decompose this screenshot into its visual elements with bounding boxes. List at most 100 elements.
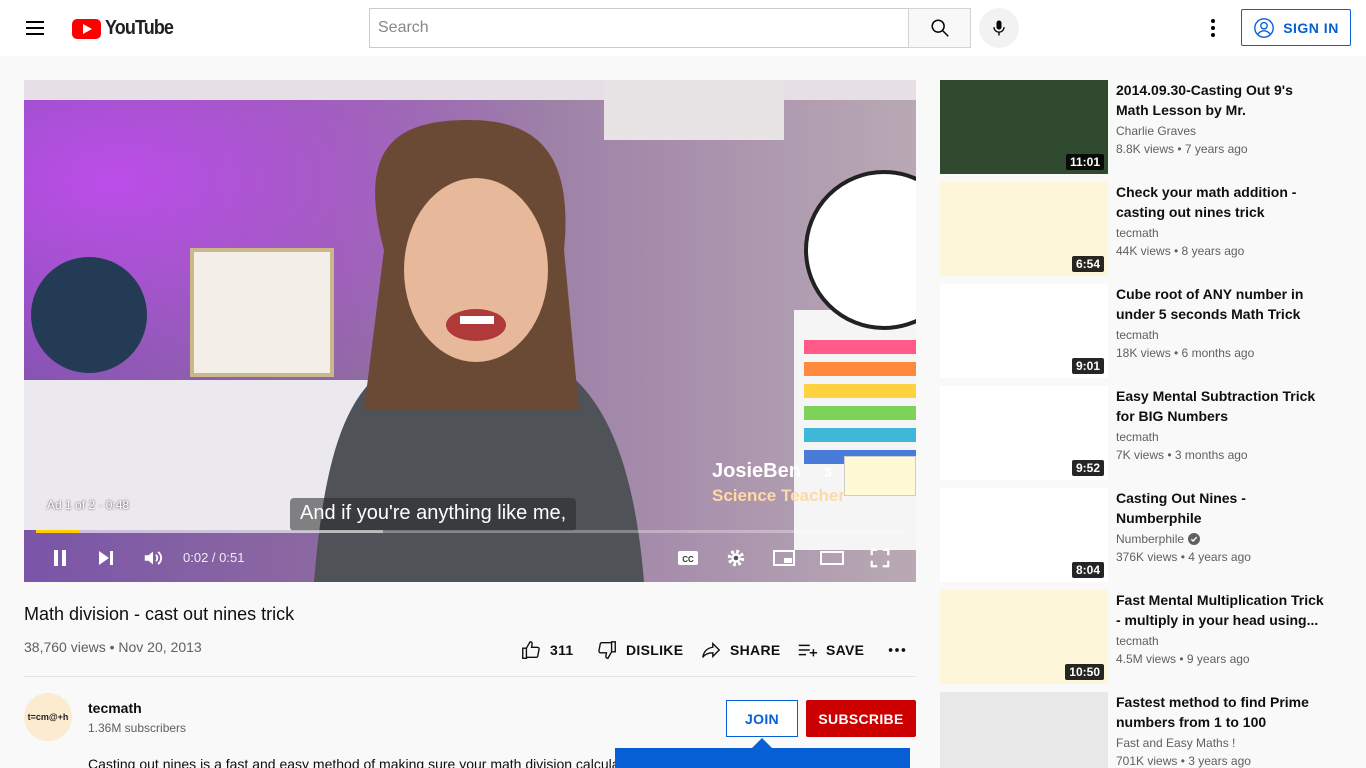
recommendation-title[interactable]: Casting Out Nines - Numberphile: [1116, 488, 1326, 528]
recommendation-title[interactable]: Cube root of ANY number in under 5 secon…: [1116, 284, 1326, 324]
svg-text:CC: CC: [682, 555, 694, 564]
share-icon: [702, 641, 721, 659]
overlay-name: JosieBen: [712, 460, 801, 482]
subtitles-button[interactable]: CC: [670, 538, 706, 578]
account-icon: [1254, 17, 1275, 38]
recommendation-item[interactable]: Fastest method to find Prime numbers fro…: [940, 692, 1350, 768]
recommendation-meta: 376K views • 4 years ago: [1116, 550, 1251, 564]
like-count: 311: [550, 642, 574, 658]
recommendation-title[interactable]: Fastest method to find Prime numbers fro…: [1116, 692, 1326, 732]
recommendation-meta: 8.8K views • 7 years ago: [1116, 142, 1248, 156]
overlay-subtitle: Science Teacher: [712, 486, 845, 505]
recommendation-meta: 18K views • 6 months ago: [1116, 346, 1255, 360]
fullscreen-icon: [870, 548, 890, 568]
share-button[interactable]: SHARE: [700, 636, 781, 664]
channel-label: tecmath: [1116, 634, 1159, 648]
more-actions-button[interactable]: [886, 636, 908, 664]
dislike-button[interactable]: DISLIKE: [596, 636, 683, 664]
recommendation-channel[interactable]: Charlie Graves: [1116, 124, 1196, 138]
pause-button[interactable]: [42, 538, 78, 578]
channel-label: tecmath: [1116, 328, 1159, 342]
recommendation-meta: 701K views • 3 years ago: [1116, 754, 1251, 768]
channel-label: Fast and Easy Maths !: [1116, 736, 1236, 750]
voice-search-button[interactable]: [979, 8, 1019, 48]
recommendation-channel[interactable]: tecmath: [1116, 328, 1159, 342]
join-button[interactable]: JOIN: [726, 700, 798, 737]
recommendation-title[interactable]: 2014.09.30-Casting Out 9's Math Lesson b…: [1116, 80, 1326, 120]
fullscreen-button[interactable]: [862, 538, 898, 578]
overlay-number: 3: [824, 464, 832, 480]
recommendation-item[interactable]: 6:54 Check your math addition - casting o…: [940, 182, 1350, 276]
theater-mode-icon: [820, 551, 844, 565]
progress-fill: [36, 530, 80, 533]
volume-button[interactable]: [135, 538, 171, 578]
search-bar: [369, 8, 971, 48]
recommendation-thumbnail[interactable]: 6:54: [940, 182, 1108, 276]
recommendation-item[interactable]: 11:01 2014.09.30-Casting Out 9's Math Les…: [940, 80, 1350, 174]
like-button[interactable]: 311: [520, 636, 574, 664]
recommendation-thumbnail[interactable]: [940, 692, 1108, 768]
channel-label: tecmath: [1116, 226, 1159, 240]
recommendation-item[interactable]: 9:52 Easy Mental Subtraction Trick for BI…: [940, 386, 1350, 480]
recommendation-channel[interactable]: Fast and Easy Maths !: [1116, 736, 1235, 750]
recommendation-channel[interactable]: Numberphile: [1116, 532, 1201, 546]
recommendation-thumbnail[interactable]: 9:01: [940, 284, 1108, 378]
logo-text: YouTube: [105, 17, 174, 39]
closed-caption: And if you're anything like me,: [290, 498, 577, 531]
search-button[interactable]: [908, 8, 971, 48]
channel-label: Numberphile: [1116, 532, 1185, 546]
masthead: YouTube SIGN IN: [0, 0, 1366, 56]
youtube-logo[interactable]: YouTube: [72, 17, 181, 40]
volume-icon: [144, 551, 162, 565]
recommendation-title[interactable]: Fast Mental Multiplication Trick - multi…: [1116, 590, 1326, 630]
channel-avatar[interactable]: t=cm@+h: [24, 693, 72, 741]
recommendation-channel[interactable]: tecmath: [1116, 634, 1159, 648]
settings-button[interactable]: [718, 538, 754, 578]
sign-in-button[interactable]: SIGN IN: [1241, 9, 1351, 46]
video-duration: 9:01: [1071, 358, 1104, 374]
progress-bar[interactable]: [36, 530, 904, 533]
recommendation-thumbnail[interactable]: 9:52: [940, 386, 1108, 480]
recommendation-title[interactable]: Check your math addition - casting out n…: [1116, 182, 1326, 222]
video-player[interactable]: JosieBen 3 Science Teacher Ad 1 of 2 · 0…: [24, 80, 916, 582]
recommendation-channel[interactable]: tecmath: [1116, 226, 1159, 240]
join-tooltip: [615, 748, 910, 768]
pause-icon: [54, 550, 66, 566]
save-button[interactable]: SAVE: [796, 636, 864, 664]
recommendation-title[interactable]: Easy Mental Subtraction Trick for BIG Nu…: [1116, 386, 1326, 426]
ad-counter: Ad 1 of 2 · 0:48: [47, 498, 130, 512]
recommendation-thumbnail[interactable]: 8:04: [940, 488, 1108, 582]
miniplayer-button[interactable]: [766, 538, 802, 578]
more-horizontal-icon: [888, 648, 906, 652]
thumbnail-image: [940, 692, 1108, 768]
recommendation-item[interactable]: 8:04 Casting Out Nines - Numberphile Numbe…: [940, 488, 1350, 582]
avatar-text: t=cm@+h: [27, 712, 69, 722]
video-meta: 38,760 views • Nov 20, 2013: [24, 639, 202, 655]
closed-captions-icon: CC: [678, 551, 698, 565]
next-button[interactable]: [88, 538, 124, 578]
search-icon: [930, 19, 949, 37]
recommendation-channel[interactable]: tecmath: [1116, 430, 1159, 444]
subscribe-button[interactable]: SUBSCRIBE: [806, 700, 916, 737]
thumbs-up-icon: [522, 641, 540, 659]
channel-label: Charlie Graves: [1116, 124, 1197, 138]
recommendation-item[interactable]: 10:50 Fast Mental Multiplication Trick - …: [940, 590, 1350, 684]
settings-menu-icon[interactable]: [1201, 16, 1225, 40]
recommendation-meta: 4.5M views • 9 years ago: [1116, 652, 1250, 666]
search-input[interactable]: [369, 8, 908, 48]
theater-mode-button[interactable]: [814, 538, 850, 578]
microphone-icon: [993, 20, 1005, 36]
recommendation-item[interactable]: 9:01 Cube root of ANY number in under 5 s…: [940, 284, 1350, 378]
save-label: SAVE: [826, 642, 865, 658]
buffer-fill: [36, 530, 384, 533]
menu-icon[interactable]: [24, 16, 48, 40]
divider: [24, 676, 916, 677]
recommendation-thumbnail[interactable]: 11:01: [940, 80, 1108, 174]
player-controls: 0:02 / 0:51 CC: [24, 538, 916, 578]
video-duration: 6:54: [1071, 256, 1104, 272]
tooltip-arrow: [752, 738, 772, 748]
next-video-thumbnail: [844, 456, 916, 496]
channel-name[interactable]: tecmath: [88, 700, 142, 716]
recommendation-thumbnail[interactable]: 10:50: [940, 590, 1108, 684]
thumbs-down-icon: [598, 641, 616, 659]
